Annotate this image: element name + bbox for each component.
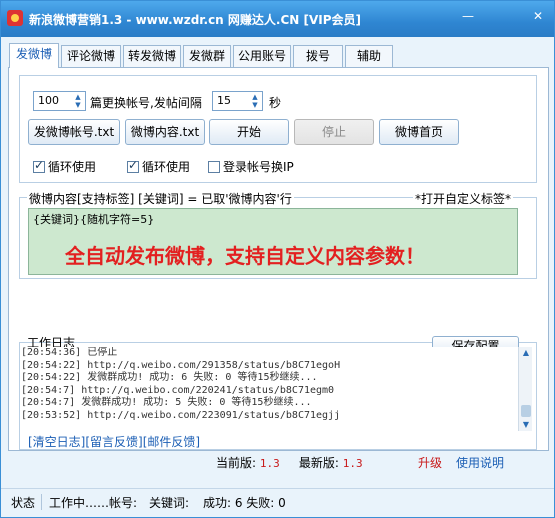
stop-button[interactable]: 停止 xyxy=(294,119,374,145)
app-logo-icon xyxy=(7,10,23,26)
status-keyword: 关键词: xyxy=(149,496,190,510)
close-icon[interactable]: ✕ xyxy=(527,7,549,25)
email-feedback-link[interactable]: [邮件反馈] xyxy=(143,435,200,449)
log-entry: [20:54:36] 已停止 xyxy=(21,347,118,358)
log-entry: [20:54:22] 发微群成功! 成功: 6 失败: 0 等待15秒继续... xyxy=(21,372,318,383)
interval-unit-label: 秒 xyxy=(269,96,282,110)
tab-post-weibo[interactable]: 发微博 xyxy=(9,43,59,68)
account-switch-count-value: 100 xyxy=(38,94,59,107)
version-info: 当前版: 1.3 最新版: 1.3 xyxy=(216,454,363,471)
latest-version-label: 最新版: xyxy=(298,456,339,470)
post-interval-value: 15 xyxy=(217,94,231,107)
status-bar: 状态 工作中……帐号: 关键词: 成功: 6 失败: 0 xyxy=(1,488,554,517)
loop-content-checkbox[interactable]: 循环使用 xyxy=(127,158,190,175)
current-version-value: 1.3 xyxy=(259,457,280,470)
weibo-home-button[interactable]: 微博首页 xyxy=(379,119,459,145)
log-entry: [20:54:7] http://q.weibo.com/220241/stat… xyxy=(21,384,335,396)
log-links: [清空日志][留言反馈][邮件反馈] xyxy=(28,433,200,450)
open-custom-tags-link[interactable]: *打开自定义标签* xyxy=(413,190,514,207)
window-title: 新浪微博营销1.3 - www.wzdr.cn 网赚达人.CN [VIP会员] xyxy=(29,13,362,27)
content-textarea-value: {关键词}{随机字符=5} xyxy=(33,213,155,226)
status-result: 成功: 6 失败: 0 xyxy=(203,496,286,510)
log-entry: [20:53:52] http://q.weibo.com/223091/sta… xyxy=(21,409,341,421)
scroll-thumb[interactable] xyxy=(521,405,531,417)
status-divider xyxy=(41,494,42,510)
loop-content-label: 循环使用 xyxy=(142,160,191,174)
loop-accounts-checkbox[interactable]: 循环使用 xyxy=(33,158,96,175)
content-file-button[interactable]: 微博内容.txt xyxy=(125,119,205,145)
tab-assist[interactable]: 辅助 xyxy=(345,45,393,67)
feedback-link[interactable]: [留言反馈] xyxy=(85,435,142,449)
scroll-up-icon[interactable]: ▲ xyxy=(519,347,533,359)
log-entry: [20:54:22] http://q.weibo.com/291358/sta… xyxy=(21,359,341,371)
log-entry: [20:54:7] 发微群成功! 成功: 5 失败: 0 等待15秒继续... xyxy=(21,397,312,408)
tab-public-accounts[interactable]: 公用账号 xyxy=(233,45,291,67)
change-ip-label: 登录帐号换IP xyxy=(223,160,294,174)
current-version-label: 当前版: xyxy=(216,456,257,470)
content-group-title: 微博内容[支持标签] [关键词] = 已取'微博内容'行 xyxy=(27,190,294,207)
spinner-arrows-icon[interactable]: ▲ ▼ xyxy=(72,93,84,109)
start-button[interactable]: 开始 xyxy=(209,119,289,145)
latest-version-value: 1.3 xyxy=(342,457,363,470)
checkbox-checked-icon xyxy=(33,158,45,173)
status-working: 工作中……帐号: xyxy=(49,496,138,510)
count-label: 篇更换帐号,发帖间隔 xyxy=(90,96,202,110)
checkbox-unchecked-icon xyxy=(208,161,220,173)
clear-log-link[interactable]: [清空日志] xyxy=(28,435,85,449)
post-interval-spinner[interactable]: 15 ▲ ▼ xyxy=(212,91,263,111)
title-bar[interactable]: 新浪微博营销1.3 - www.wzdr.cn 网赚达人.CN [VIP会员] … xyxy=(1,1,554,37)
account-switch-count-spinner[interactable]: 100 ▲ ▼ xyxy=(33,91,86,111)
upgrade-link[interactable]: 升级 xyxy=(418,454,442,471)
scroll-down-icon[interactable]: ▼ xyxy=(519,419,533,431)
log-scrollbar[interactable]: ▲ ▼ xyxy=(518,347,532,431)
tab-comment-weibo[interactable]: 评论微博 xyxy=(61,45,121,67)
account-file-button[interactable]: 发微博帐号.txt xyxy=(28,119,120,145)
tab-dialup[interactable]: 拨号 xyxy=(293,45,343,67)
log-list[interactable]: [20:54:36] 已停止 [20:54:22] http://q.weibo… xyxy=(21,347,530,429)
promo-overlay-text: 全自动发布微博，支持自定义内容参数！ xyxy=(65,244,425,268)
help-link[interactable]: 使用说明 xyxy=(456,454,504,471)
checkbox-checked-icon xyxy=(127,158,139,173)
app-window: 新浪微博营销1.3 - www.wzdr.cn 网赚达人.CN [VIP会员] … xyxy=(0,0,555,518)
status-label: 状态 xyxy=(11,496,36,510)
minimize-icon[interactable]: — xyxy=(457,7,479,25)
spinner-arrows-icon[interactable]: ▲ ▼ xyxy=(249,93,261,109)
tab-post-group[interactable]: 发微群 xyxy=(183,45,231,67)
tab-repost-weibo[interactable]: 转发微博 xyxy=(123,45,181,67)
change-ip-checkbox[interactable]: 登录帐号换IP xyxy=(208,158,294,175)
loop-accounts-label: 循环使用 xyxy=(48,160,97,174)
